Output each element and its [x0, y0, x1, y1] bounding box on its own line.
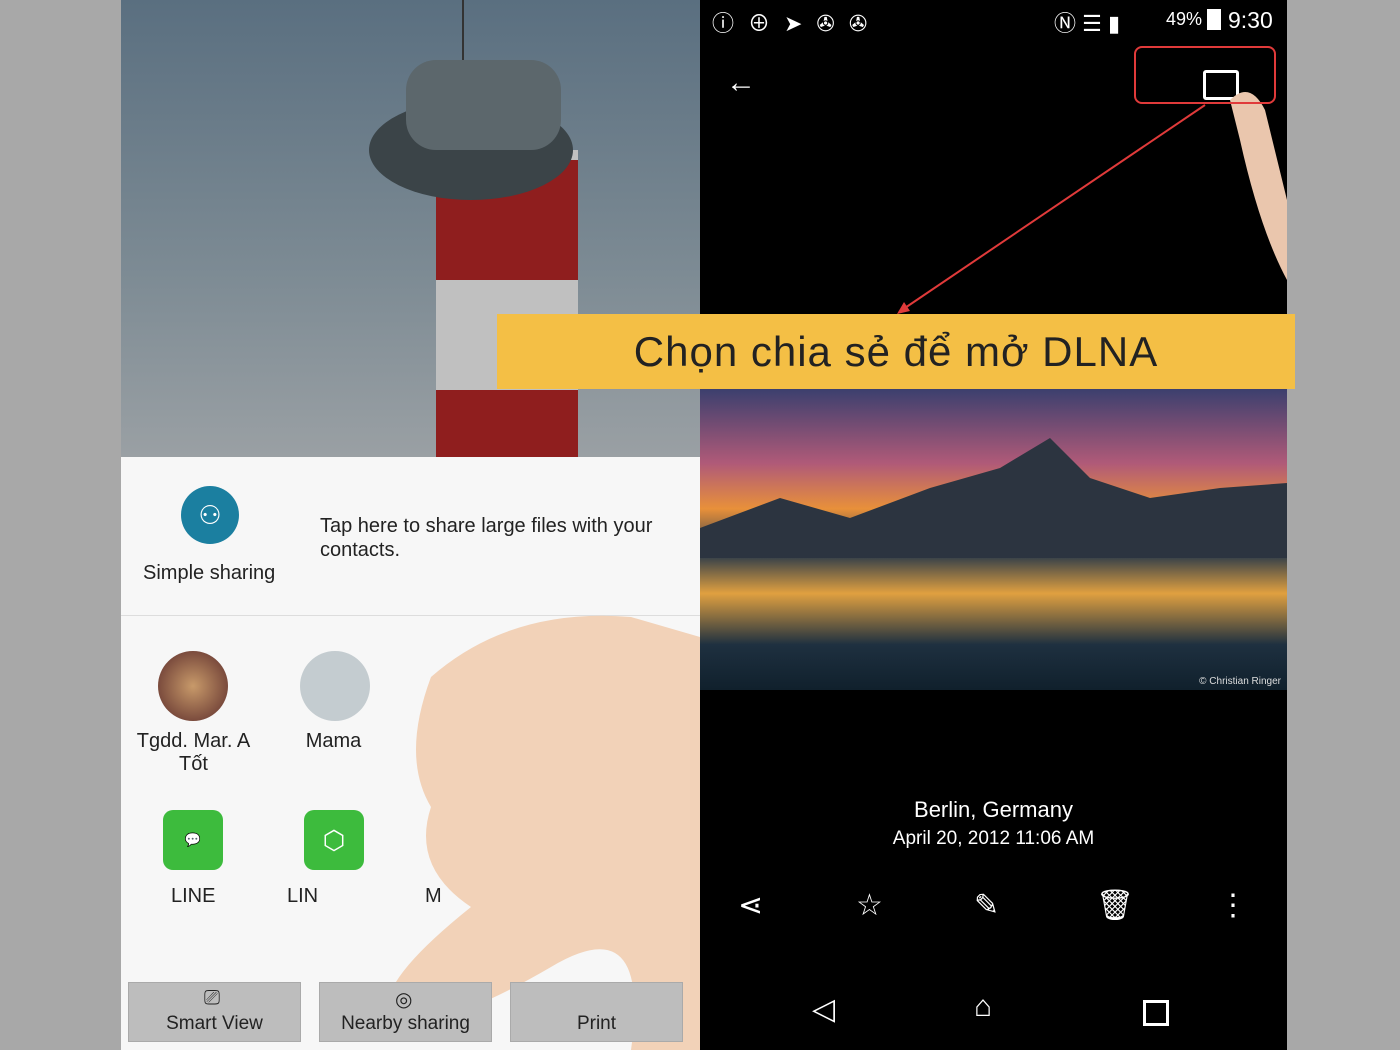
caption-banner: Chọn chia sẻ để mở DLNA — [497, 314, 1295, 389]
pointer-arrow — [897, 104, 1206, 314]
